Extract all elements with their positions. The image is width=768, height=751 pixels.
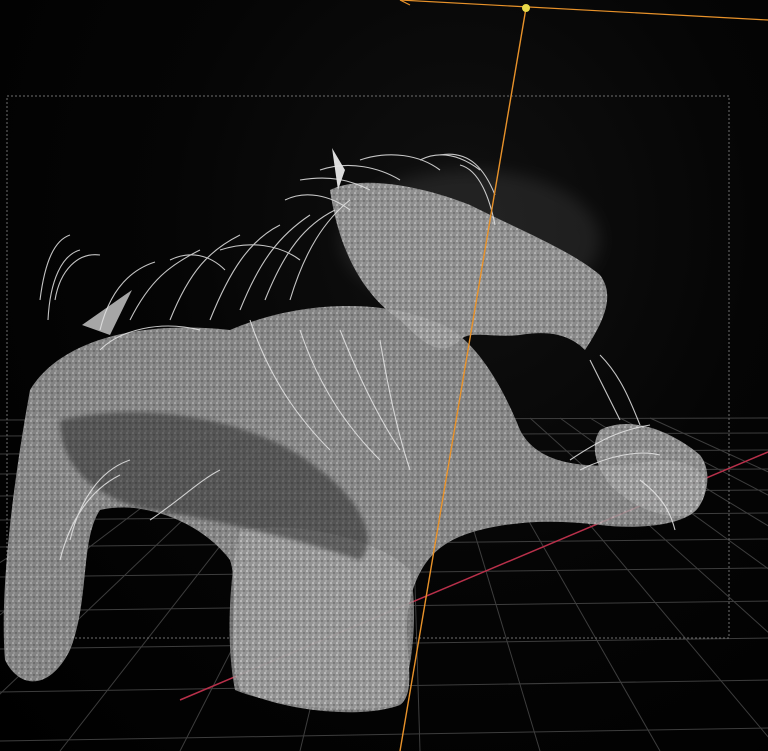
camera-horizontal-line [399, 0, 768, 21]
creature-horn [332, 148, 345, 190]
3d-viewport[interactable] [0, 0, 768, 751]
creature-pointcloud [3, 148, 708, 713]
camera-handle-icon[interactable] [522, 4, 530, 12]
creature-ear [82, 290, 132, 335]
creature-leg [229, 527, 415, 710]
viewport-canvas[interactable] [0, 0, 768, 751]
